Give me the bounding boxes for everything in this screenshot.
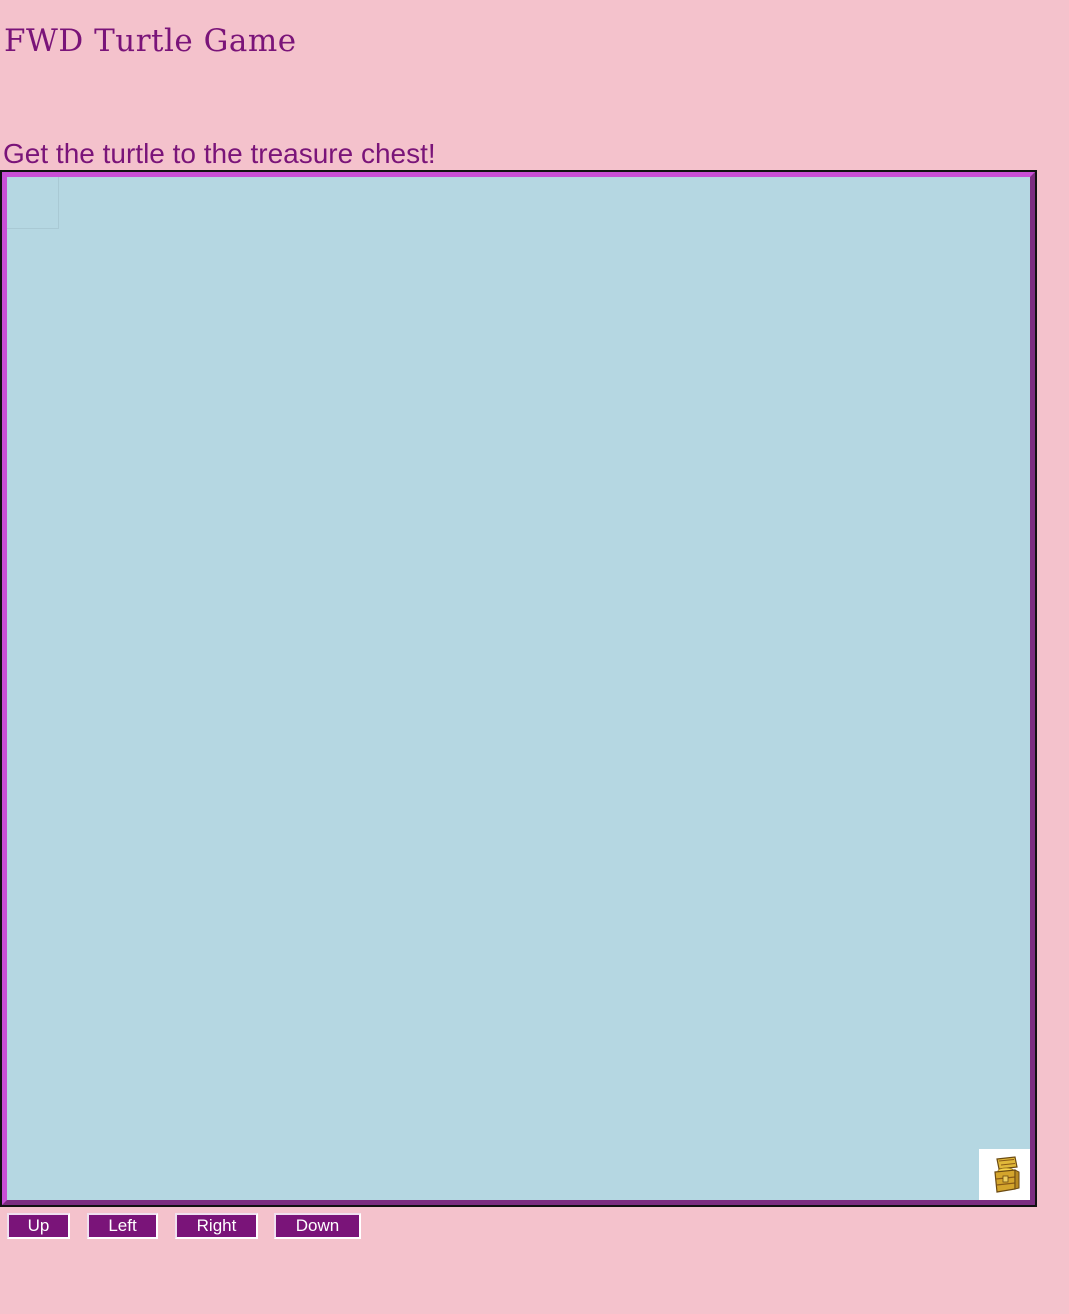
- treasure-chest-cell: [979, 1149, 1030, 1200]
- page-title: FWD Turtle Game: [4, 23, 297, 59]
- turtle-cell: [7, 177, 59, 229]
- game-board: [2, 172, 1035, 1205]
- down-button[interactable]: Down: [274, 1213, 361, 1239]
- left-button[interactable]: Left: [87, 1213, 158, 1239]
- game-board-frame: [0, 170, 1037, 1207]
- up-button[interactable]: Up: [7, 1213, 70, 1239]
- game-instructions: Get the turtle to the treasure chest!: [3, 138, 436, 169]
- treasure-chest-icon: [993, 1155, 1019, 1193]
- right-button[interactable]: Right: [175, 1213, 258, 1239]
